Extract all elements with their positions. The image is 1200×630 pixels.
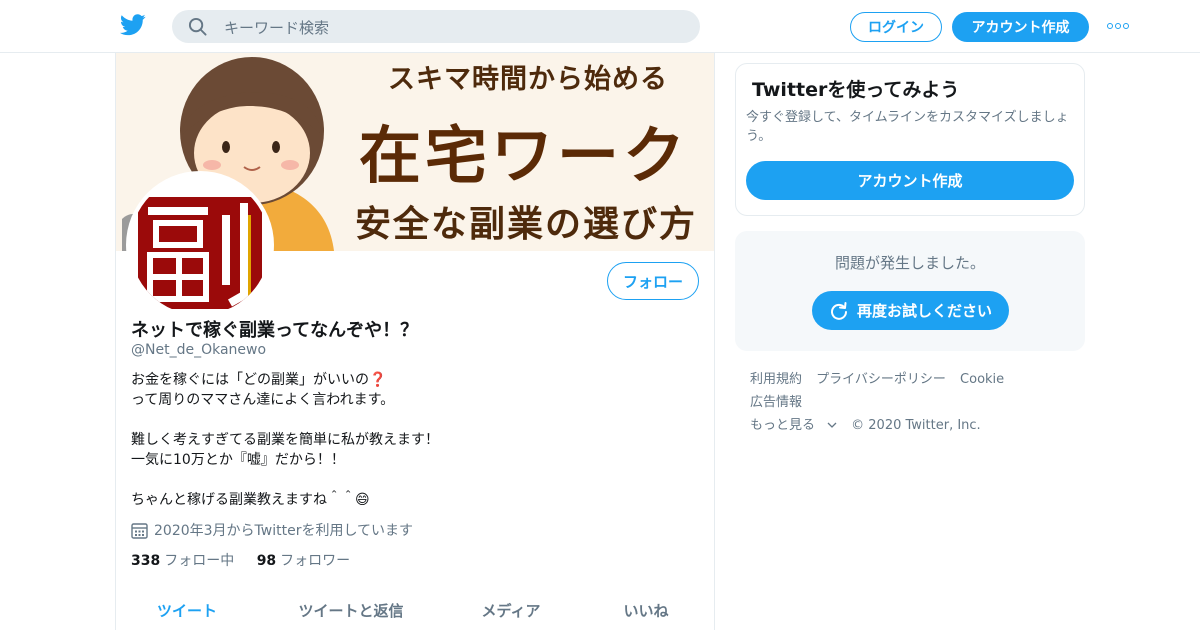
followers-stat[interactable]: 98 フォロワー xyxy=(257,553,350,569)
bio-line: ちゃんと稼げる副業教えますね＾＾😄 xyxy=(131,492,370,508)
refresh-icon xyxy=(830,301,847,320)
signup-button[interactable]: アカウント作成 xyxy=(952,12,1089,42)
retry-button[interactable]: 再度お試しください xyxy=(812,291,1009,330)
avatar[interactable] xyxy=(130,175,270,315)
avatar-image xyxy=(130,175,270,315)
bio-spacer xyxy=(131,410,691,430)
following-stat[interactable]: 338 フォロー中 xyxy=(131,553,234,569)
banner-text-2: 在宅ワーク xyxy=(358,119,689,192)
profile-bio: お金を稼ぐには「どの副業」がいいの❓ って周りのママさん達によく言われます。 難… xyxy=(131,370,691,510)
footer-links: 利用規約 プライバシーポリシー Cookie 広告情報 もっと見る © 2020… xyxy=(750,368,1080,437)
followers-count: 98 xyxy=(256,553,277,569)
twitter-bird-icon[interactable] xyxy=(120,14,146,36)
display-name: ネットで稼ぐ副業ってなんぞや！？ xyxy=(131,320,419,341)
bio-line: お金を稼ぐには「どの副業」がいいの❓ xyxy=(131,372,387,388)
bio-line: って周りのママさん達によく言われます。 xyxy=(131,392,395,408)
bio-line: 難しく考えすぎてる副業を簡単に私が教えます！ xyxy=(131,432,439,448)
error-message: 問題が発生しました。 xyxy=(834,254,985,272)
followers-label: フォロワー xyxy=(280,553,351,569)
bio-line: 一気に10万とか『嘘』だから！！ xyxy=(131,452,345,468)
bio-spacer xyxy=(131,470,691,490)
follow-stats: 338 フォロー中 98 フォロワー xyxy=(131,550,368,570)
join-date-text: 2020年3月からTwitterを利用しています xyxy=(154,523,414,539)
search-box[interactable] xyxy=(172,10,700,45)
signup-card-title: Twitterを使ってみよう xyxy=(752,79,960,101)
more-options-icon[interactable] xyxy=(1107,21,1129,31)
tab-tweets-and-replies[interactable]: ツイートと返信 xyxy=(258,588,444,630)
retry-label: 再度お試しください xyxy=(856,302,992,320)
search-icon xyxy=(188,17,207,36)
signup-card-button[interactable]: アカウント作成 xyxy=(746,161,1074,200)
following-label: フォロー中 xyxy=(164,553,235,569)
calendar-icon xyxy=(131,522,148,539)
error-card: 問題が発生しました。 再度お試しください xyxy=(735,231,1085,351)
search-input[interactable] xyxy=(222,10,666,45)
user-handle[interactable]: @Net_de_Okanewo xyxy=(131,342,266,358)
join-date: 2020年3月からTwitterを利用しています xyxy=(131,520,413,540)
signup-card-text: 今すぐ登録して、タイムラインをカスタマイズしましょう。 xyxy=(746,110,1069,144)
profile-column: スキマ時間から始める 在宅ワーク 安全な副業の選び方 フォロー ネットで稼ぐ副業… xyxy=(115,53,715,630)
top-navbar: ログイン アカウント作成 xyxy=(0,0,1200,53)
footer-more[interactable]: もっと見る xyxy=(750,418,837,433)
footer-more-label: もっと見る xyxy=(750,418,816,433)
tab-tweets[interactable]: ツイート xyxy=(116,588,258,630)
login-button[interactable]: ログイン xyxy=(850,12,942,42)
following-count: 338 xyxy=(131,553,161,569)
banner-text-3: 安全な副業の選び方 xyxy=(354,204,697,245)
footer-link-terms[interactable]: 利用規約 xyxy=(750,372,802,387)
chevron-down-icon xyxy=(827,422,837,428)
signup-card: Twitterを使ってみよう 今すぐ登録して、タイムラインをカスタマイズしましょ… xyxy=(735,63,1085,216)
footer-link-ads[interactable]: 広告情報 xyxy=(750,395,802,410)
tab-likes[interactable]: いいね xyxy=(578,588,714,630)
follow-button[interactable]: フォロー xyxy=(607,262,699,300)
footer-link-privacy[interactable]: プライバシーポリシー xyxy=(816,372,946,387)
banner-text-1: スキマ時間から始める xyxy=(388,64,668,95)
tab-media[interactable]: メディア xyxy=(444,588,578,630)
footer-copyright: © 2020 Twitter, Inc. xyxy=(851,418,981,433)
profile-tabs: ツイート ツイートと返信 メディア いいね xyxy=(116,588,714,630)
footer-link-cookie[interactable]: Cookie xyxy=(960,372,1004,387)
